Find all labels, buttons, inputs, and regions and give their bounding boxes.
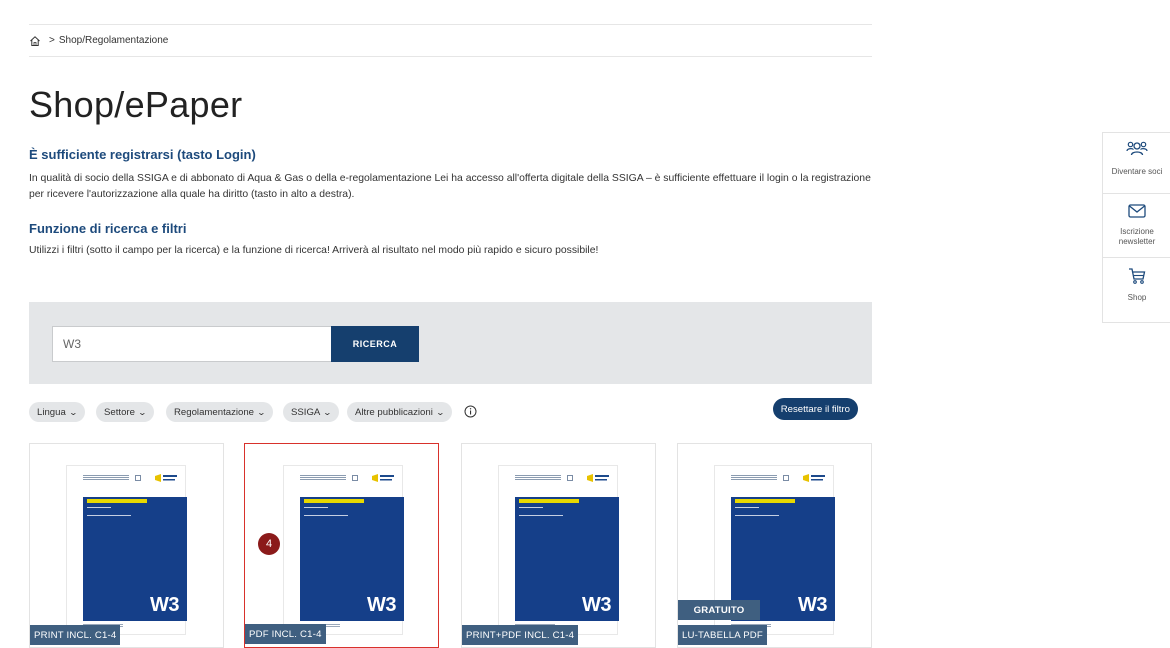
section-title-login: È sufficiente registrarsi (tasto Login) bbox=[29, 147, 256, 162]
filter-label: Altre pubblicazioni bbox=[355, 406, 433, 418]
side-item-diventare-soci[interactable]: Diventare soci bbox=[1103, 141, 1170, 177]
cover-code: W3 bbox=[150, 594, 180, 616]
filter-label: Lingua bbox=[37, 406, 66, 418]
section-text-login: In qualità di socio della SSIGA e di abb… bbox=[29, 173, 871, 200]
product-card-selected[interactable]: W3 4 PDF INCL. C1-4 bbox=[244, 443, 439, 648]
free-badge: GRATUITO bbox=[678, 600, 760, 620]
filter-settore[interactable]: Settore ⌄ bbox=[96, 402, 154, 422]
side-quick-panel: Diventare soci Iscrizione newsletter Sho… bbox=[1102, 132, 1170, 323]
product-card[interactable]: W3 PRINT INCL. C1-4 bbox=[29, 443, 224, 648]
chevron-down-icon: ⌄ bbox=[322, 407, 333, 417]
divider bbox=[1103, 257, 1170, 258]
product-badge: LU-TABELLA PDF bbox=[678, 625, 767, 645]
side-item-shop[interactable]: Shop bbox=[1103, 267, 1170, 303]
product-card[interactable]: W3 PRINT+PDF INCL. C1-4 bbox=[461, 443, 656, 648]
cover-code: W3 bbox=[582, 594, 612, 616]
side-item-label: Iscrizione newsletter bbox=[1118, 227, 1156, 246]
product-cover-image: W3 bbox=[283, 465, 404, 635]
search-button[interactable]: RICERCA bbox=[331, 326, 419, 362]
product-cover-image: W3 bbox=[498, 465, 619, 635]
section-text-search: Utilizzi i filtri (sotto il campo per la… bbox=[29, 245, 599, 256]
breadcrumb: > Shop/Regolamentazione bbox=[29, 24, 872, 57]
chevron-down-icon: ⌄ bbox=[68, 407, 78, 417]
product-card[interactable]: W3 GRATUITO LU-TABELLA PDF bbox=[677, 443, 872, 648]
breadcrumb-current[interactable]: Shop/Regolamentazione bbox=[59, 35, 169, 46]
side-item-label: Shop bbox=[1127, 293, 1147, 302]
product-badge: PRINT+PDF INCL. C1-4 bbox=[462, 625, 579, 645]
page-title: Shop/ePaper bbox=[29, 84, 243, 125]
chevron-down-icon: ⌄ bbox=[137, 407, 147, 417]
filter-label: Settore bbox=[104, 406, 135, 418]
chevron-down-icon: ⌄ bbox=[256, 407, 267, 417]
step-marker: 4 bbox=[258, 533, 280, 555]
breadcrumb-separator: > bbox=[49, 35, 55, 46]
filter-ssiga[interactable]: SSIGA ⌄ bbox=[283, 402, 340, 422]
divider bbox=[1103, 193, 1170, 194]
filter-label: SSIGA bbox=[291, 406, 321, 418]
product-badge: PRINT INCL. C1-4 bbox=[30, 625, 121, 645]
cart-icon bbox=[1127, 267, 1147, 290]
filter-label: Regolamentazione bbox=[174, 406, 255, 418]
product-badge: PDF INCL. C1-4 bbox=[245, 624, 326, 644]
chevron-down-icon: ⌄ bbox=[435, 407, 445, 417]
search-panel: W3 RICERCA bbox=[29, 302, 872, 384]
mail-icon bbox=[1127, 203, 1147, 224]
cover-code: W3 bbox=[798, 594, 828, 616]
users-icon bbox=[1126, 141, 1148, 164]
info-icon[interactable] bbox=[464, 405, 477, 418]
home-icon[interactable] bbox=[29, 35, 41, 47]
filter-bar: Lingua ⌄ Settore ⌄ Regolamentazione ⌄ SSIGA… bbox=[29, 398, 872, 422]
side-item-label: Diventare soci bbox=[1111, 167, 1163, 176]
filter-altre-pubblicazioni[interactable]: Altre pubblicazioni ⌄ bbox=[347, 402, 452, 422]
product-cover-image: W3 bbox=[66, 465, 187, 635]
filter-regolamentazione[interactable]: Regolamentazione ⌄ bbox=[166, 402, 273, 422]
search-input[interactable]: W3 bbox=[52, 326, 339, 362]
reset-filter-button[interactable]: Resettare il filtro bbox=[772, 398, 858, 420]
cover-code: W3 bbox=[367, 594, 397, 616]
side-item-newsletter[interactable]: Iscrizione newsletter bbox=[1103, 203, 1170, 247]
filter-lingua[interactable]: Lingua ⌄ bbox=[29, 402, 85, 422]
section-title-search: Funzione di ricerca e filtri bbox=[29, 221, 187, 236]
